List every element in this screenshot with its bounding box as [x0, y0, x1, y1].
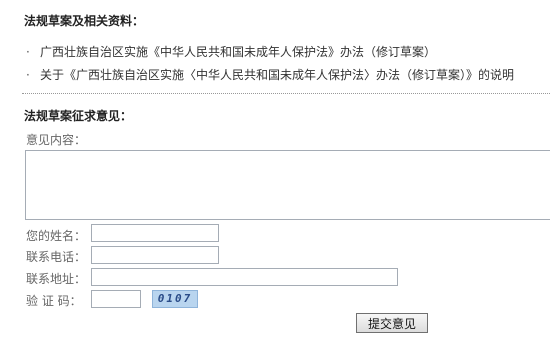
submit-button[interactable]: 提交意见 [356, 313, 428, 333]
phone-input[interactable] [91, 246, 219, 264]
section-title-materials: 法规草案及相关资料： [24, 14, 145, 28]
name-label: 您的姓名： [26, 229, 87, 243]
draft-explanation-link[interactable]: 关于《广西壮族自治区实施〈中华人民共和国未成年人保护法〉办法（修订草案）》的说明 [40, 68, 514, 82]
bullet-icon: · [26, 68, 30, 82]
captcha-image[interactable]: 0107 [152, 290, 198, 308]
section-divider [22, 93, 550, 94]
section-title-comments: 法规草案征求意见： [24, 109, 133, 123]
content-label: 意见内容： [26, 133, 87, 147]
address-label: 联系地址： [26, 272, 87, 286]
captcha-label: 验 证 码： [26, 294, 82, 308]
captcha-input[interactable] [91, 290, 141, 308]
draft-regulation-link[interactable]: 广西壮族自治区实施《中华人民共和国未成年人保护法》办法（修订草案） [40, 45, 436, 59]
name-input[interactable] [91, 224, 219, 242]
list-item: · 关于《广西壮族自治区实施〈中华人民共和国未成年人保护法〉办法（修订草案）》的说… [26, 66, 514, 83]
address-input[interactable] [91, 268, 398, 286]
comment-textarea[interactable] [25, 150, 550, 220]
phone-label: 联系电话： [26, 250, 87, 264]
list-item: · 广西壮族自治区实施《中华人民共和国未成年人保护法》办法（修订草案） [26, 43, 436, 60]
bullet-icon: · [26, 45, 30, 59]
